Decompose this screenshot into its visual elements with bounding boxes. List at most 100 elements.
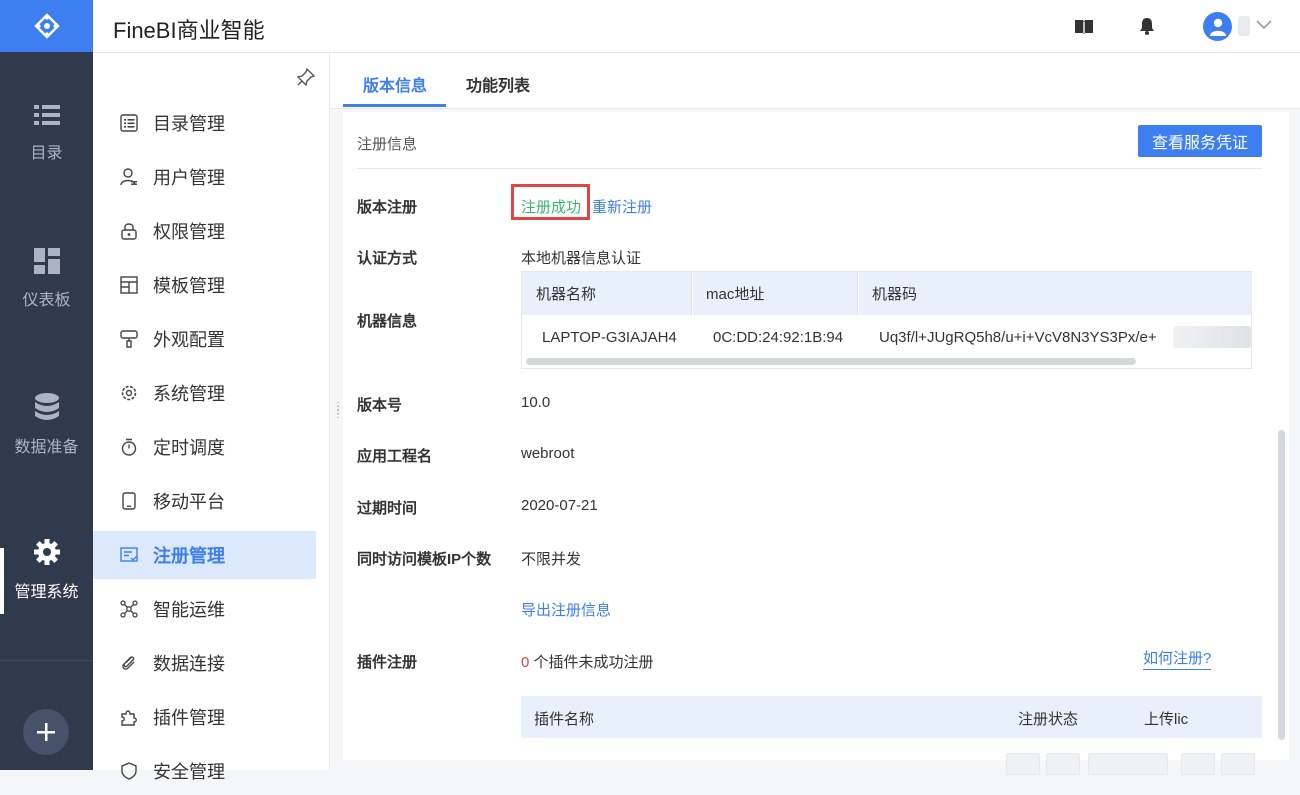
network-icon — [119, 599, 139, 619]
menu-item-system[interactable]: 系统管理 — [93, 369, 316, 417]
project-value: webroot — [521, 445, 575, 462]
rail-label: 仪表板 — [22, 292, 71, 309]
pin-icon[interactable] — [297, 68, 315, 86]
menu-item-templates[interactable]: 模板管理 — [93, 261, 316, 309]
column-header: 上传lic — [1144, 711, 1189, 728]
plus-icon — [37, 723, 55, 741]
menu-item-label: 外观配置 — [153, 330, 225, 350]
menu-item-plugins[interactable]: 插件管理 — [93, 693, 316, 741]
project-label: 应用工程名 — [357, 448, 433, 465]
expire-value: 2020-07-21 — [521, 497, 598, 514]
tab-feature-list[interactable]: 功能列表 — [466, 72, 530, 96]
version-value: 10.0 — [521, 394, 551, 411]
menu-item-label: 权限管理 — [153, 222, 225, 242]
app-rail: 目录 仪表板 数据准备 管理系统 — [0, 0, 93, 770]
book-icon[interactable] — [1074, 18, 1094, 35]
menu-item-catalog[interactable]: 目录管理 — [93, 99, 316, 147]
menu-item-mobile[interactable]: 移动平台 — [93, 477, 316, 525]
pager-next-button[interactable] — [1181, 753, 1215, 775]
add-button[interactable] — [23, 709, 69, 755]
menu-item-ops[interactable]: 智能运维 — [93, 585, 316, 633]
pager-first-button[interactable] — [1006, 753, 1040, 775]
app-title: FineBI商业智能 — [113, 18, 265, 43]
dashboard-icon — [33, 248, 60, 274]
concurrency-label: 同时访问模板IP个数 — [357, 551, 492, 568]
column-header: 机器名称 — [522, 272, 692, 315]
lock-icon — [119, 221, 139, 241]
resize-handle[interactable]: ⋮ ⋮ ⋮ — [333, 402, 343, 420]
menu-item-label: 模板管理 — [153, 276, 225, 296]
rail-item-dashboard[interactable]: 仪表板 — [0, 248, 93, 310]
active-tab-indicator — [343, 104, 446, 107]
menu-item-users[interactable]: 用户管理 — [93, 153, 316, 201]
menu-item-label: 插件管理 — [153, 708, 225, 728]
concurrency-value: 不限并发 — [521, 551, 582, 568]
tab-bar: 版本信息 功能列表 — [330, 53, 1300, 109]
highlight-box — [511, 184, 590, 220]
rail-label: 管理系统 — [14, 584, 79, 601]
logo[interactable] — [0, 0, 93, 52]
tab-version-info[interactable]: 版本信息 — [363, 72, 427, 96]
chevron-down-icon[interactable] — [1256, 20, 1272, 30]
menu-item-permissions[interactable]: 权限管理 — [93, 207, 316, 255]
machine-name: LAPTOP-G3IAJAH4 — [542, 329, 677, 346]
version-label: 版本号 — [357, 397, 403, 414]
puzzle-icon — [119, 707, 139, 727]
machine-info-table: 机器名称 mac地址 机器码 LAPTOP-G3IAJAH4 0C:DD:24:… — [521, 271, 1252, 369]
section-title: 注册信息 — [357, 136, 418, 153]
expire-label: 过期时间 — [357, 500, 418, 517]
user-icon — [119, 167, 139, 187]
menu-item-label: 系统管理 — [153, 384, 225, 404]
plugin-table-header: 插件名称 注册状态 上传lic — [521, 696, 1262, 738]
export-registration-link[interactable]: 导出注册信息 — [521, 599, 611, 620]
column-header: 机器码 — [859, 272, 1251, 315]
rail-item-data-prep[interactable]: 数据准备 — [0, 393, 93, 457]
pager-prev-button[interactable] — [1046, 753, 1080, 775]
registration-panel: 注册信息 查看服务凭证 版本注册 注册成功 重新注册 认证方式 本地机器信息认证… — [343, 112, 1289, 775]
view-certificate-button[interactable]: 查看服务凭证 — [1138, 125, 1262, 157]
shield-icon — [119, 761, 139, 781]
list-icon — [33, 105, 60, 125]
database-icon — [34, 393, 59, 420]
machine-label: 机器信息 — [357, 313, 418, 330]
top-header: FineBI商业智能 — [93, 0, 1300, 53]
plugin-status: 0 个插件未成功注册 — [521, 651, 654, 672]
menu-item-security[interactable]: 安全管理 — [93, 747, 316, 795]
user-avatar-icon — [1209, 18, 1226, 36]
register-icon — [119, 545, 139, 565]
pager-page-input[interactable] — [1088, 753, 1168, 775]
reregister-link[interactable]: 重新注册 — [592, 196, 652, 217]
pager-last-button[interactable] — [1221, 753, 1255, 775]
plugin-fail-text: 个插件未成功注册 — [529, 654, 654, 671]
rail-item-catalog[interactable]: 目录 — [0, 103, 93, 163]
catalog-icon — [119, 113, 139, 133]
menu-item-data-connection[interactable]: 数据连接 — [93, 639, 316, 687]
menu-item-label: 用户管理 — [153, 168, 225, 188]
menu-item-label: 目录管理 — [153, 114, 225, 134]
menu-item-appearance[interactable]: 外观配置 — [93, 315, 316, 363]
column-header: 注册状态 — [1018, 711, 1079, 728]
machine-code: Uq3f/l+JUgRQ5h8/u+i+VcV8N3YS3Px/e+ — [879, 329, 1157, 346]
brush-icon — [119, 329, 139, 349]
menu-item-label: 定时调度 — [153, 438, 225, 458]
bell-icon[interactable] — [1139, 17, 1155, 35]
rail-label: 数据准备 — [14, 439, 79, 456]
menu-item-label: 智能运维 — [153, 600, 225, 620]
horizontal-scrollbar[interactable] — [526, 358, 1136, 365]
menu-item-label: 移动平台 — [153, 492, 225, 512]
username-redacted — [1238, 16, 1250, 36]
menu-item-label: 数据连接 — [153, 654, 225, 674]
gear-icon — [33, 539, 60, 565]
how-to-register-link[interactable]: 如何注册? — [1143, 647, 1212, 670]
menu-item-scheduler[interactable]: 定时调度 — [93, 423, 316, 471]
rail-divider — [0, 660, 93, 661]
vertical-scrollbar[interactable] — [1278, 430, 1285, 740]
column-header: mac地址 — [693, 272, 858, 315]
rail-item-admin[interactable]: 管理系统 — [0, 538, 93, 602]
plugin-registration-label: 插件注册 — [357, 654, 418, 671]
menu-item-label: 安全管理 — [153, 762, 225, 782]
menu-item-registration[interactable]: 注册管理 — [93, 531, 316, 579]
template-icon — [119, 275, 139, 295]
avatar[interactable] — [1203, 12, 1232, 41]
auth-label: 认证方式 — [357, 250, 418, 267]
